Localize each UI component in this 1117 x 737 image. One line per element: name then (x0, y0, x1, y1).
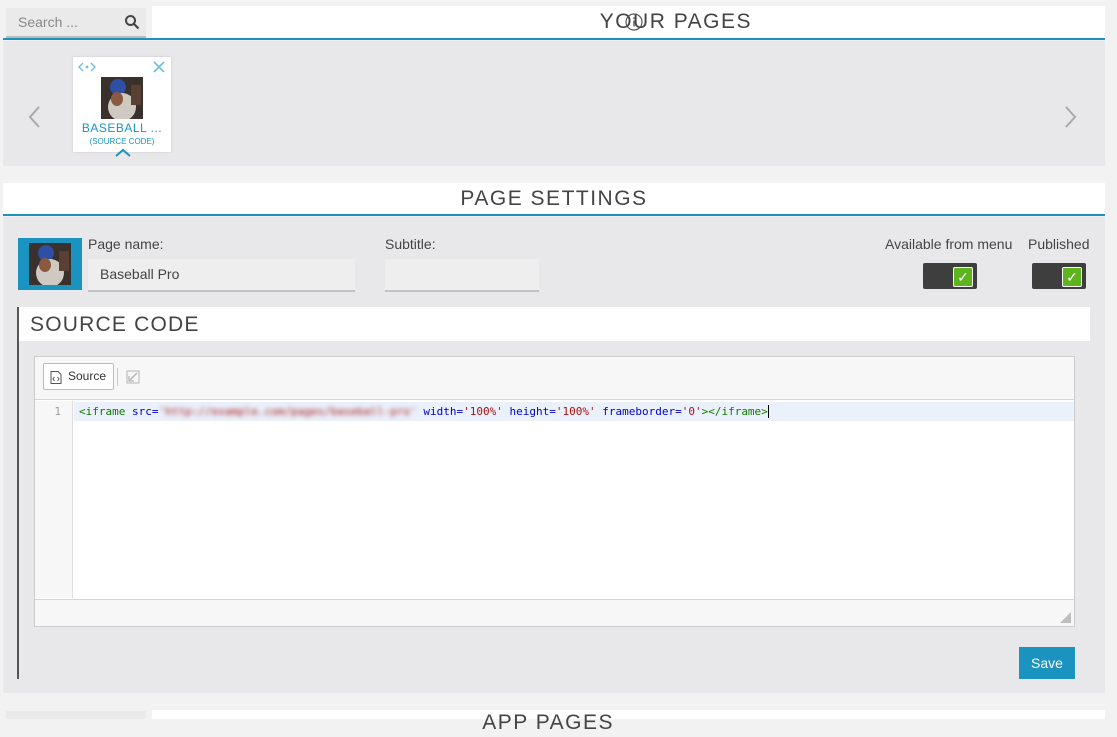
page-thumbnail (101, 77, 143, 119)
your-pages-title: YOUR PAGES (599, 10, 752, 33)
code-width-attr: width= (416, 405, 464, 418)
page-name-label: Page name: (88, 236, 164, 252)
edit-icon[interactable] (126, 370, 140, 384)
info-icon[interactable] (625, 13, 643, 31)
save-button[interactable]: Save (1019, 647, 1075, 679)
toolbar-separator (117, 368, 118, 386)
page-card-title: BASEBALL ... (81, 121, 163, 135)
chevron-left-icon[interactable] (27, 104, 43, 130)
code-height-attr: height= (502, 405, 556, 418)
app-pages-search-stub (6, 711, 146, 719)
line-number: 1 (54, 405, 61, 418)
source-file-icon (50, 371, 62, 384)
app-pages-title-wrap: APP PAGES (152, 711, 952, 737)
page-icon-picker[interactable] (18, 238, 82, 290)
published-toggle[interactable]: ✓ (1032, 263, 1086, 289)
search-box (6, 8, 146, 38)
page-card[interactable]: BASEBALL ... (SOURCE CODE) (73, 57, 171, 152)
your-pages-rule (3, 38, 1105, 40)
code-frameborder-value: '0' (681, 405, 702, 418)
source-button-label: Source (68, 369, 107, 383)
code-height-value: '100%' (555, 405, 596, 418)
resize-handle-icon[interactable] (1060, 612, 1071, 623)
chevron-up-icon (115, 148, 131, 157)
code-src-value: 'http://example.com/pages/baseball-pro' (158, 405, 417, 418)
page-card-subtitle: (SOURCE CODE) (89, 137, 155, 146)
editor-toolbar (35, 357, 1074, 400)
text-cursor (767, 405, 769, 418)
code-src-attr: src= (125, 405, 159, 418)
your-pages-title-wrap: YOUR PAGES (152, 10, 952, 36)
close-icon[interactable] (153, 61, 165, 73)
code-tag-close: ></iframe> (701, 405, 768, 418)
page-icon-image (29, 243, 71, 287)
code-width-value: '100%' (463, 405, 503, 418)
subtitle-label: Subtitle: (385, 236, 436, 252)
published-label: Published (1028, 236, 1090, 252)
check-icon: ✓ (1062, 267, 1082, 287)
check-icon: ✓ (953, 267, 973, 287)
search-icon[interactable] (124, 14, 140, 30)
available-from-menu-label: Available from menu (885, 236, 1013, 252)
code-icon (78, 62, 96, 72)
subtitle-field[interactable] (385, 259, 539, 292)
app-pages-title: APP PAGES (482, 711, 614, 734)
code-frameborder-attr: frameborder= (595, 405, 682, 418)
page-name-field[interactable]: Baseball Pro (88, 259, 355, 292)
code-tag-open: <iframe (79, 405, 126, 418)
editor-footer (35, 599, 1074, 626)
line-gutter (35, 401, 73, 598)
available-from-menu-toggle[interactable]: ✓ (923, 263, 977, 289)
source-code-title: SOURCE CODE (30, 313, 200, 336)
search-input[interactable] (6, 8, 130, 36)
chevron-right-icon[interactable] (1062, 104, 1078, 130)
page-settings-title: PAGE SETTINGS (460, 187, 648, 210)
source-button[interactable]: Source (43, 363, 114, 390)
code-text[interactable]: <iframe src='http://example.com/pages/ba… (79, 402, 769, 421)
page-settings-rule (3, 214, 1105, 216)
